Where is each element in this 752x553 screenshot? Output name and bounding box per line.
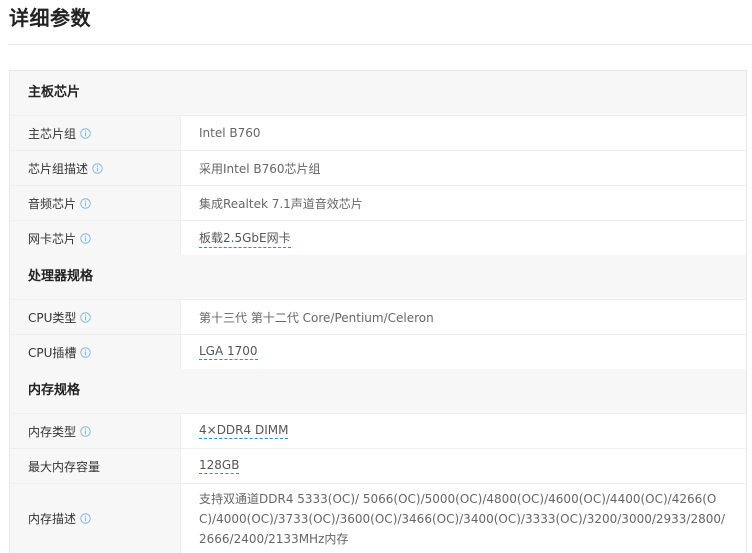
info-icon[interactable] bbox=[80, 311, 92, 323]
spec-value: 板载2.5GbE网卡 bbox=[180, 221, 746, 255]
spec-row: 内存描述 支持双通道DDR4 5333(OC)/ 5066(OC)/5000(O… bbox=[10, 483, 746, 553]
info-icon[interactable] bbox=[80, 513, 91, 524]
info-icon[interactable] bbox=[80, 232, 91, 244]
spec-label-text: 主芯片组 bbox=[28, 126, 77, 141]
spec-value: 采用Intel B760芯片组 bbox=[180, 151, 746, 185]
spec-table: 主板芯片 主芯片组 Intel B760 芯片组描述 采用Intel B760芯… bbox=[9, 70, 747, 553]
spec-label-text: CPU插槽 bbox=[28, 345, 77, 360]
spec-label: CPU类型 bbox=[10, 300, 180, 334]
spec-value-text: 支持双通道DDR4 5333(OC)/ 5066(OC)/5000(OC)/48… bbox=[199, 491, 726, 546]
section-heading-processor: 处理器规格 bbox=[10, 255, 746, 299]
spec-value: 4×DDR4 DIMM bbox=[180, 414, 746, 448]
info-icon[interactable] bbox=[80, 127, 91, 139]
spec-label: 最大内存容量 bbox=[10, 449, 180, 483]
spec-value: 支持双通道DDR4 5333(OC)/ 5066(OC)/5000(OC)/48… bbox=[180, 484, 746, 553]
spec-value: 128GB bbox=[180, 449, 746, 483]
spec-value-text: 第十三代 第十二代 Core/Pentium/Celeron bbox=[199, 310, 434, 325]
spec-label: 内存描述 bbox=[10, 484, 180, 553]
spec-value-text: 集成Realtek 7.1声道音效芯片 bbox=[199, 196, 363, 211]
spec-row: CPU类型 第十三代 第十二代 Core/Pentium/Celeron bbox=[10, 299, 746, 334]
spec-row: CPU插槽 LGA 1700 bbox=[10, 334, 746, 369]
spec-value: 第十三代 第十二代 Core/Pentium/Celeron bbox=[180, 300, 746, 334]
spec-value: LGA 1700 bbox=[180, 335, 746, 369]
spec-value-link[interactable]: 4×DDR4 DIMM bbox=[199, 423, 289, 439]
section-heading-memory: 内存规格 bbox=[10, 369, 746, 413]
info-icon[interactable] bbox=[92, 162, 103, 174]
spec-label: CPU插槽 bbox=[10, 335, 180, 369]
spec-row: 主芯片组 Intel B760 bbox=[10, 115, 746, 150]
spec-label-text: 网卡芯片 bbox=[28, 231, 77, 246]
spec-value-link[interactable]: LGA 1700 bbox=[199, 344, 258, 360]
info-icon[interactable] bbox=[80, 346, 92, 358]
spec-row: 芯片组描述 采用Intel B760芯片组 bbox=[10, 150, 746, 185]
title-divider bbox=[8, 44, 752, 45]
spec-label-text: 内存类型 bbox=[28, 424, 77, 439]
spec-row: 最大内存容量 128GB bbox=[10, 448, 746, 483]
spec-row: 内存类型 4×DDR4 DIMM bbox=[10, 413, 746, 448]
section-heading-mainboard-chip: 主板芯片 bbox=[10, 71, 746, 115]
spec-label-text: CPU类型 bbox=[28, 310, 77, 325]
info-icon[interactable] bbox=[80, 425, 91, 437]
spec-row: 音频芯片 集成Realtek 7.1声道音效芯片 bbox=[10, 185, 746, 220]
spec-value-link[interactable]: 板载2.5GbE网卡 bbox=[199, 229, 291, 248]
spec-value: 集成Realtek 7.1声道音效芯片 bbox=[180, 186, 746, 220]
spec-label: 音频芯片 bbox=[10, 186, 180, 220]
page-title: 详细参数 bbox=[9, 6, 91, 30]
spec-label-text: 芯片组描述 bbox=[28, 161, 89, 176]
spec-label-text: 最大内存容量 bbox=[28, 459, 101, 474]
spec-row: 网卡芯片 板载2.5GbE网卡 bbox=[10, 220, 746, 255]
spec-label-text: 音频芯片 bbox=[28, 196, 77, 211]
spec-label: 芯片组描述 bbox=[10, 151, 180, 185]
spec-label: 内存类型 bbox=[10, 414, 180, 448]
info-icon[interactable] bbox=[80, 197, 91, 209]
spec-label: 主芯片组 bbox=[10, 116, 180, 150]
spec-value: Intel B760 bbox=[180, 116, 746, 150]
spec-label: 网卡芯片 bbox=[10, 221, 180, 255]
spec-value-link[interactable]: 128GB bbox=[199, 458, 240, 474]
spec-label-text: 内存描述 bbox=[28, 512, 77, 526]
spec-value-text: 采用Intel B760芯片组 bbox=[199, 161, 321, 176]
spec-value-text: Intel B760 bbox=[199, 126, 261, 140]
